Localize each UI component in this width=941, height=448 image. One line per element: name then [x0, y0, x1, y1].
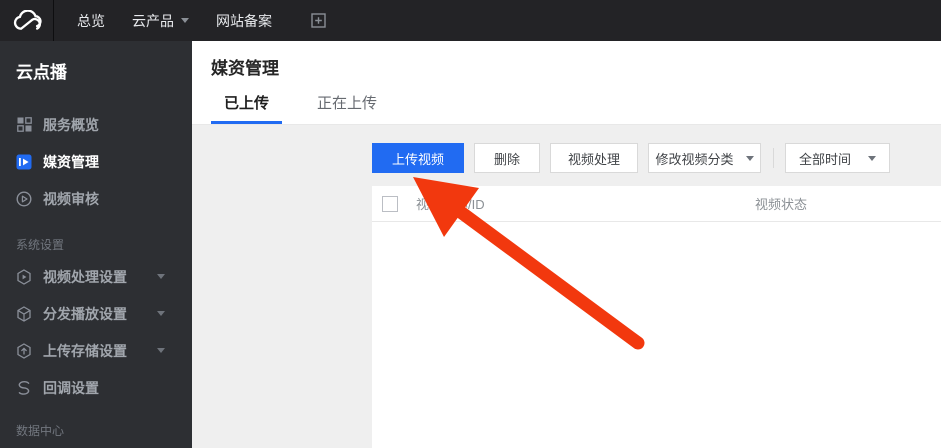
sidebar-item-distribution-playback-settings[interactable]: 分发播放设置	[0, 295, 192, 332]
sidebar-item-video-review[interactable]: 视频审核	[0, 180, 192, 217]
tab-uploading-label: 正在上传	[317, 95, 378, 112]
callback-icon	[16, 380, 32, 396]
chevron-down-icon	[157, 348, 165, 353]
sidebar-section-system-settings: 系统设置	[16, 238, 65, 252]
delete-button[interactable]: 删除	[474, 143, 540, 173]
toolbar: 上传视频 删除 视频处理 修改视频分类 全部时间	[372, 143, 890, 173]
nav-icp-filing-label: 网站备案	[216, 12, 272, 29]
chevron-down-icon	[745, 155, 754, 161]
sidebar-section-data-center: 数据中心	[16, 424, 65, 438]
nav-cloud-products-label: 云产品	[132, 12, 174, 29]
media-table-card: 视频名称/ID 视频状态	[372, 186, 941, 448]
distribution-cube-icon	[16, 305, 32, 322]
sidebar-item-label: 服务概览	[43, 116, 99, 133]
video-process-label: 视频处理	[567, 151, 620, 167]
time-filter-label: 全部时间	[799, 151, 852, 167]
plus-square-icon	[311, 13, 326, 28]
sidebar-item-label: 视频审核	[43, 190, 99, 207]
sidebar-item-upload-storage-settings[interactable]: 上传存储设置	[0, 332, 192, 369]
sidebar-item-media-assets[interactable]: 媒资管理	[0, 143, 192, 180]
select-all-checkbox[interactable]	[382, 196, 398, 212]
sidebar-item-service-overview[interactable]: 服务概览	[0, 106, 192, 143]
chevron-down-icon	[181, 18, 189, 23]
chevron-down-icon	[868, 155, 876, 161]
delete-label: 删除	[493, 151, 520, 167]
cloud-icon	[13, 9, 42, 30]
add-nav-button[interactable]	[311, 13, 326, 28]
sidebar-item-label: 上传存储设置	[43, 342, 127, 359]
sidebar-item-label: 回调设置	[43, 379, 99, 396]
time-filter-select[interactable]: 全部时间	[785, 143, 890, 173]
sidebar-item-label: 媒资管理	[43, 153, 99, 170]
nav-overview[interactable]: 总览	[77, 11, 105, 31]
tab-bar: 已上传 正在上传	[211, 91, 412, 124]
sidebar-item-callback-settings[interactable]: 回调设置	[0, 369, 192, 406]
media-play-icon	[16, 154, 32, 170]
page-title: 媒资管理	[211, 59, 279, 78]
main-header: 媒资管理 已上传 正在上传	[192, 41, 941, 125]
upload-video-button[interactable]: 上传视频	[372, 143, 464, 173]
video-process-button[interactable]: 视频处理	[550, 143, 638, 173]
modify-category-label: 修改视频分类	[655, 151, 734, 167]
sidebar-item-video-processing-settings[interactable]: 视频处理设置	[0, 258, 192, 295]
video-review-icon	[16, 190, 32, 207]
column-header-video-name: 视频名称/ID	[416, 197, 485, 212]
upload-video-label: 上传视频	[391, 151, 444, 167]
sidebar-menu: 服务概览 媒资管理 视频审核	[0, 106, 192, 217]
topbar-nav: 总览 云产品 网站备案	[77, 0, 326, 41]
tab-uploading[interactable]: 正在上传	[304, 91, 390, 124]
upload-storage-icon	[16, 342, 32, 359]
sidebar-item-label: 分发播放设置	[43, 305, 127, 322]
modify-category-dropdown[interactable]: 修改视频分类	[648, 143, 761, 173]
sidebar-product-title: 云点播	[16, 63, 67, 82]
tab-uploaded[interactable]: 已上传	[211, 91, 283, 124]
dashboard-grid-icon	[16, 117, 32, 133]
tencent-cloud-logo[interactable]	[0, 0, 54, 41]
tab-uploaded-label: 已上传	[224, 95, 270, 112]
chevron-down-icon	[157, 274, 165, 279]
nav-icp-filing[interactable]: 网站备案	[216, 11, 272, 31]
chevron-down-icon	[157, 311, 165, 316]
column-header-video-status: 视频状态	[755, 197, 808, 212]
topbar: 总览 云产品 网站备案	[0, 0, 941, 41]
sidebar: 云点播 服务概览 媒资管理 视频审核 系统设置 视频处理设置 分发播放设置 上传…	[0, 41, 192, 448]
nav-overview-label: 总览	[77, 12, 105, 29]
sidebar-item-label: 视频处理设置	[43, 268, 127, 285]
nav-cloud-products[interactable]: 云产品	[132, 11, 189, 31]
active-tab-underline	[211, 121, 283, 124]
table-header-row: 视频名称/ID 视频状态	[372, 186, 941, 222]
video-process-icon	[16, 268, 32, 285]
toolbar-divider	[773, 148, 774, 168]
